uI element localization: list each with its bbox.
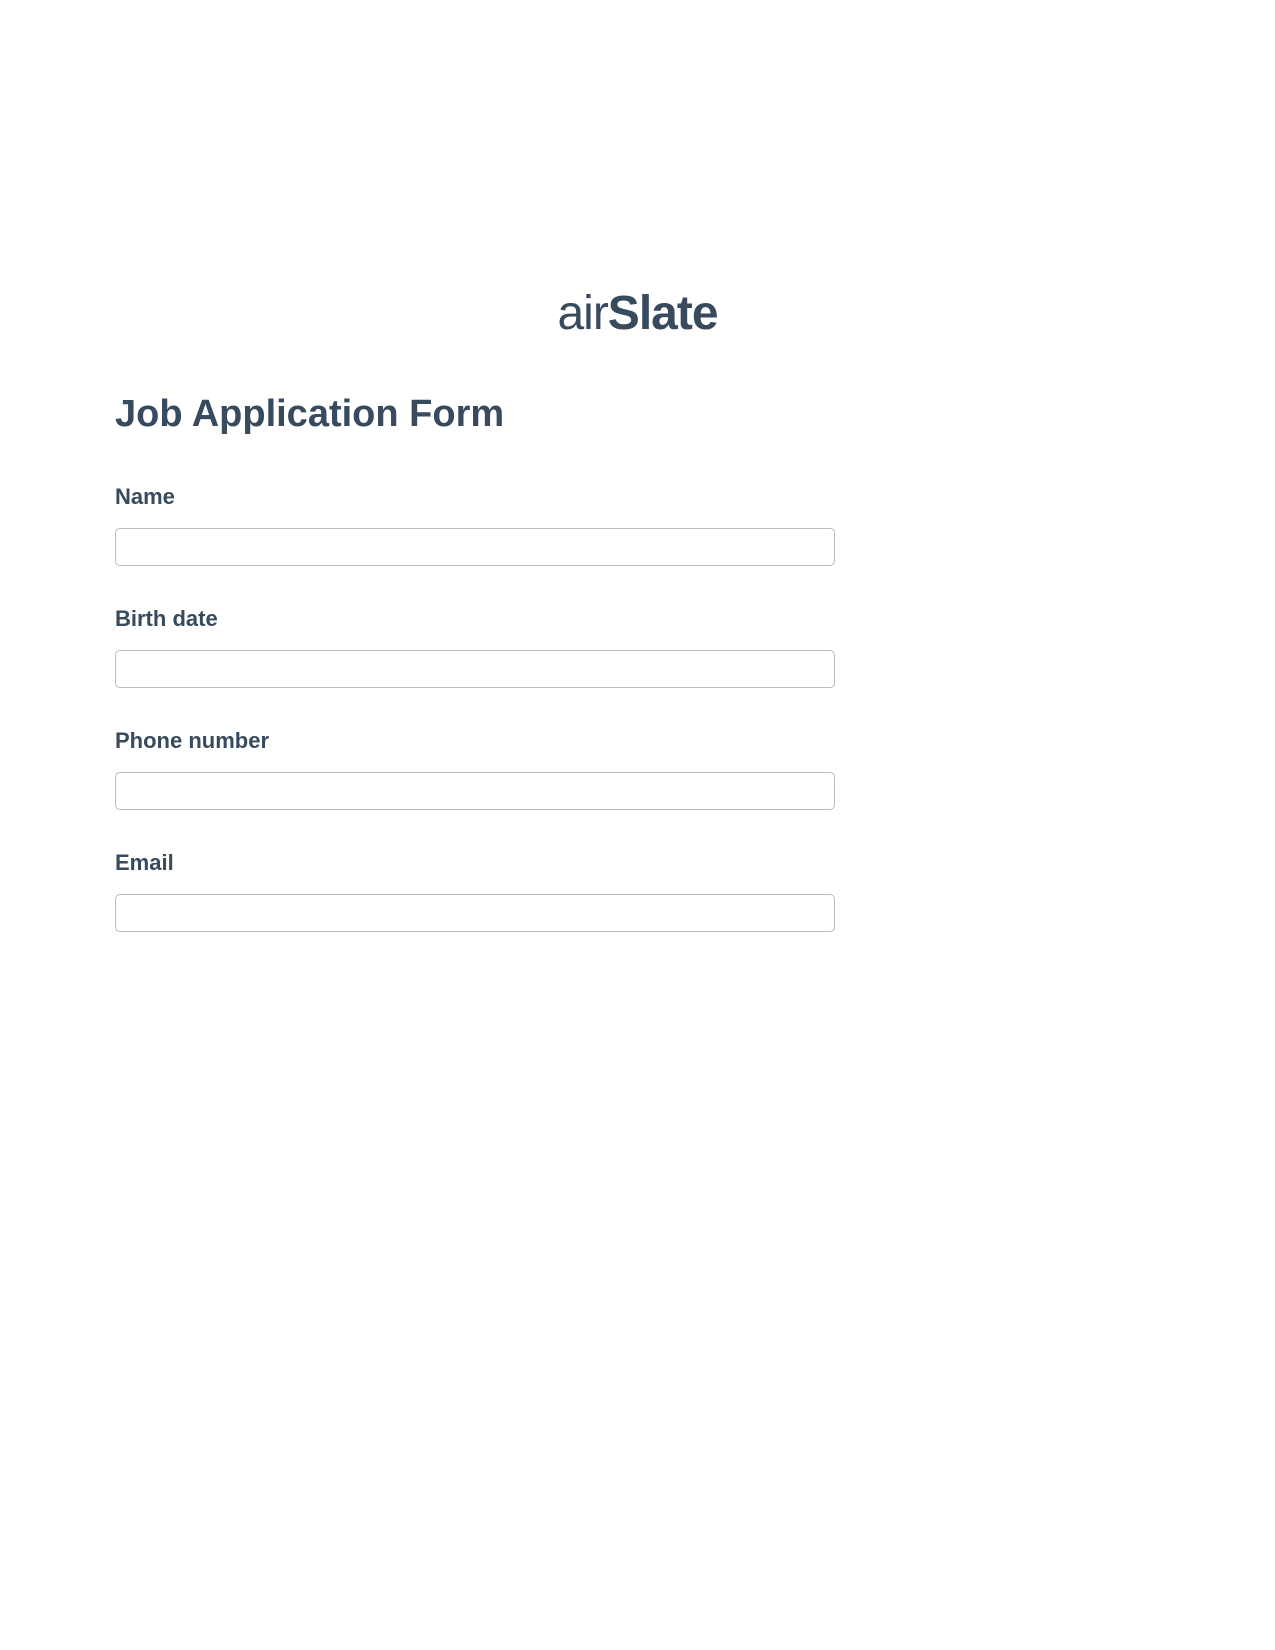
name-label: Name <box>115 484 1160 510</box>
email-input[interactable] <box>115 894 835 932</box>
form-field-email: Email <box>115 850 1160 932</box>
form-field-name: Name <box>115 484 1160 566</box>
email-label: Email <box>115 850 1160 876</box>
birth-date-label: Birth date <box>115 606 1160 632</box>
phone-number-input[interactable] <box>115 772 835 810</box>
airslate-logo: airSlate <box>557 290 717 338</box>
logo-text-slate: Slate <box>608 287 718 340</box>
birth-date-input[interactable] <box>115 650 835 688</box>
form-field-phone-number: Phone number <box>115 728 1160 810</box>
form-title: Job Application Form <box>115 393 1160 436</box>
logo-wrapper: airSlate <box>0 290 1275 338</box>
page-container: airSlate Job Application Form Name Birth… <box>0 0 1275 932</box>
phone-number-label: Phone number <box>115 728 1160 754</box>
name-input[interactable] <box>115 528 835 566</box>
form-field-birth-date: Birth date <box>115 606 1160 688</box>
form-content: Job Application Form Name Birth date Pho… <box>0 393 1275 932</box>
logo-text-air: air <box>557 287 607 340</box>
